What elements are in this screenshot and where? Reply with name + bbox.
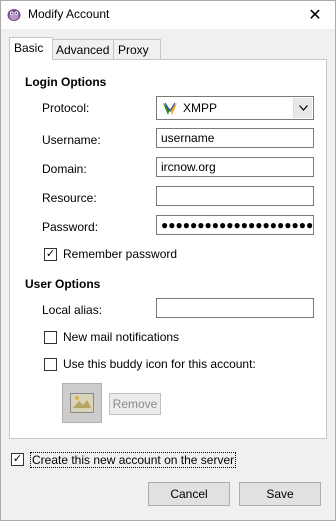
buddy-icon-button[interactable]	[62, 383, 102, 423]
new-mail-checkbox[interactable]	[44, 331, 57, 344]
window-title: Modify Account	[28, 7, 110, 21]
username-field[interactable]: username	[156, 128, 314, 148]
protocol-value: XMPP	[183, 101, 218, 115]
remember-password-label[interactable]: Remember password	[63, 247, 177, 261]
username-label: Username:	[42, 133, 101, 147]
local-alias-field[interactable]	[156, 298, 314, 318]
protocol-label: Protocol:	[42, 101, 90, 115]
tab-proxy[interactable]: Proxy	[113, 39, 161, 60]
domain-label: Domain:	[42, 162, 87, 176]
remember-password-checkbox[interactable]: ✓	[44, 248, 57, 261]
remove-buddy-icon-button[interactable]: Remove	[109, 393, 161, 415]
chevron-down-icon[interactable]	[293, 98, 312, 118]
create-account-checkbox[interactable]: ✓	[11, 453, 24, 466]
save-button[interactable]: Save	[239, 482, 321, 506]
cancel-button[interactable]: Cancel	[148, 482, 230, 506]
password-label: Password:	[42, 220, 99, 234]
create-account-label[interactable]: Create this new account on the server	[30, 452, 237, 468]
buddy-icon-checkbox[interactable]	[44, 358, 57, 371]
password-field[interactable]: ●●●●●●●●●●●●●●●●●●●●●●●●●	[156, 215, 314, 235]
title-bar: Modify Account ✕	[1, 1, 335, 29]
buddy-image-placeholder-icon	[70, 393, 94, 413]
xmpp-icon	[163, 102, 177, 115]
resource-label: Resource:	[42, 191, 97, 205]
modify-account-window: Modify Account ✕ Basic Advanced Proxy Lo…	[0, 0, 336, 521]
new-mail-label[interactable]: New mail notifications	[63, 330, 179, 344]
resource-field[interactable]	[156, 186, 314, 206]
domain-field[interactable]: ircnow.org	[156, 157, 314, 177]
tab-advanced[interactable]: Advanced	[51, 39, 119, 60]
close-icon[interactable]: ✕	[295, 1, 335, 29]
tab-basic[interactable]: Basic	[9, 37, 53, 60]
tab-basic-label: Basic	[14, 41, 44, 55]
user-options-heading: User Options	[25, 277, 101, 291]
basic-tab-panel: Login Options Protocol: XMPP Username: u…	[9, 59, 327, 439]
pidgin-icon	[7, 9, 21, 21]
tab-proxy-label: Proxy	[118, 43, 149, 57]
login-options-heading: Login Options	[25, 75, 107, 89]
local-alias-label: Local alias:	[42, 303, 103, 317]
protocol-select[interactable]: XMPP	[156, 96, 314, 120]
tab-advanced-label: Advanced	[56, 43, 110, 57]
buddy-icon-label[interactable]: Use this buddy icon for this account:	[63, 357, 256, 371]
